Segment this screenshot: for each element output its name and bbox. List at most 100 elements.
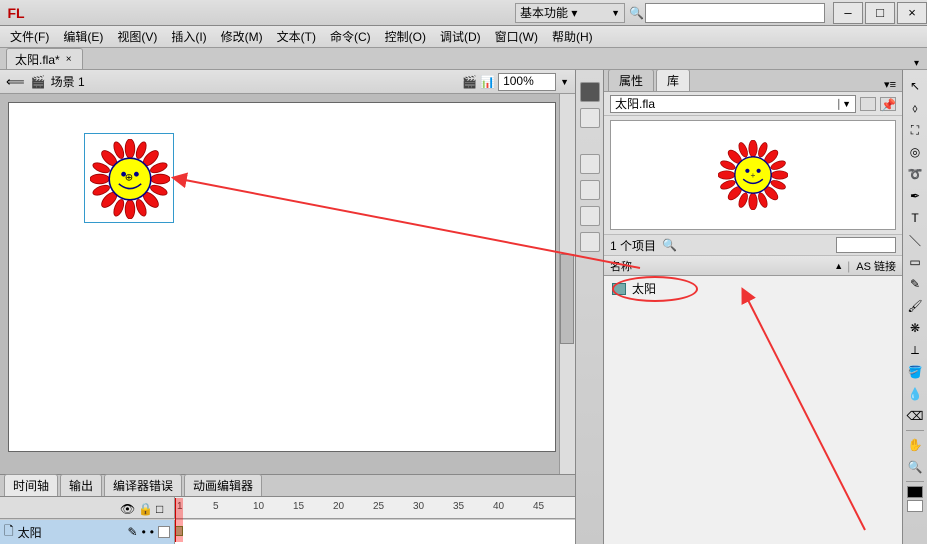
pin-icon[interactable]: 📌 [880, 97, 896, 111]
maximize-button[interactable]: □ [865, 2, 895, 24]
library-list-header: 名称 ▲ | AS 链接 [604, 256, 902, 276]
transform-panel-icon[interactable] [580, 206, 600, 226]
column-name[interactable]: 名称 [610, 258, 830, 274]
frame-num: 40 [493, 501, 504, 512]
menu-window[interactable]: 窗口(W) [491, 26, 542, 47]
minimize-button[interactable]: – [833, 2, 863, 24]
menu-debug[interactable]: 调试(D) [436, 26, 485, 47]
layer-icon: 🗋 [4, 522, 14, 543]
outline-swatch[interactable] [158, 526, 170, 538]
frame-num: 25 [373, 501, 384, 512]
close-button[interactable]: × [897, 2, 927, 24]
fill-color-swatch[interactable] [907, 500, 923, 512]
3d-rotate-tool-icon[interactable]: ◎ [905, 142, 925, 162]
layer-row[interactable]: 🗋 太阳 ✎ • • [0, 520, 175, 544]
frame-num: 5 [213, 501, 219, 512]
swatches-panel-icon[interactable] [580, 108, 600, 128]
zoom-dropdown-icon[interactable]: ▼ [560, 77, 569, 87]
tab-compiler-errors[interactable]: 编译器错误 [104, 474, 182, 496]
outline-icon[interactable]: □ [156, 502, 168, 514]
workspace-label: 基本功能 ▾ [520, 4, 577, 21]
menu-file[interactable]: 文件(F) [6, 26, 53, 47]
frame-ruler[interactable]: 1 5 10 15 20 25 30 35 40 45 [175, 497, 575, 518]
workspace-select[interactable]: 基本功能 ▾ [515, 3, 625, 23]
selected-symbol[interactable]: ⊕ [84, 133, 174, 223]
eraser-tool-icon[interactable]: ⌫ [905, 406, 925, 426]
text-tool-icon[interactable]: T [905, 208, 925, 228]
selection-tool-icon[interactable]: ↖ [905, 76, 925, 96]
stage[interactable]: ⊕ [8, 102, 556, 452]
svg-text:+: + [751, 170, 756, 180]
deco-tool-icon[interactable]: ❋ [905, 318, 925, 338]
frame-num: 30 [413, 501, 424, 512]
registration-icon: ⊕ [125, 173, 133, 184]
timeline-panel: 👁 🔒 □ 1 5 10 15 20 25 30 35 40 45 [0, 496, 575, 544]
edit-symbols-icon[interactable]: 📊 [480, 75, 494, 89]
back-icon[interactable]: ⟸ [6, 74, 25, 90]
frame-num: 10 [253, 501, 264, 512]
library-preview: + [610, 120, 896, 230]
vertical-scrollbar[interactable] [559, 94, 575, 474]
frames-track[interactable] [175, 520, 575, 544]
pencil-tool-icon[interactable]: ✎ [905, 274, 925, 294]
tab-timeline[interactable]: 时间轴 [4, 474, 58, 496]
sort-icon[interactable]: ▲ [834, 261, 843, 271]
eye-icon[interactable]: 👁 [120, 502, 132, 514]
menu-edit[interactable]: 编辑(E) [59, 26, 107, 47]
menu-modify[interactable]: 修改(M) [217, 26, 267, 47]
subselection-tool-icon[interactable]: ⬨ [905, 98, 925, 118]
tab-properties[interactable]: 属性 [608, 69, 654, 91]
eyedropper-tool-icon[interactable]: 💧 [905, 384, 925, 404]
title-bar: FL 基本功能 ▾ 🔍 – □ × [0, 0, 927, 26]
code-panel-icon[interactable] [580, 232, 600, 252]
document-tab[interactable]: 太阳.fla* × [6, 48, 83, 69]
library-item-name: 太阳 [632, 280, 656, 297]
frame-num: 45 [533, 501, 544, 512]
library-doc-select[interactable]: 太阳.fla [610, 95, 856, 113]
pen-tool-icon[interactable]: ✒ [905, 186, 925, 206]
bottom-panel-tabs: 时间轴 输出 编译器错误 动画编辑器 [0, 474, 575, 496]
paint-bucket-tool-icon[interactable]: 🪣 [905, 362, 925, 382]
align-panel-icon[interactable] [580, 154, 600, 174]
tab-library[interactable]: 库 [656, 69, 690, 91]
column-linkage[interactable]: AS 链接 [856, 258, 896, 274]
library-item[interactable]: 太阳 [604, 276, 902, 301]
brush-tool-icon[interactable]: 🖌 [905, 296, 925, 316]
zoom-value[interactable]: 100% [498, 73, 556, 91]
menu-insert[interactable]: 插入(I) [167, 26, 210, 47]
zoom-tool-icon[interactable]: 🔍 [905, 457, 925, 477]
close-tab-icon[interactable]: × [66, 54, 72, 65]
menu-help[interactable]: 帮助(H) [548, 26, 597, 47]
color-panel-icon[interactable] [580, 82, 600, 102]
stroke-color-swatch[interactable] [907, 486, 923, 498]
lock-dot[interactable]: • [150, 525, 154, 539]
menu-text[interactable]: 文本(T) [273, 26, 320, 47]
lock-icon[interactable]: 🔒 [138, 502, 150, 514]
playhead[interactable] [175, 498, 183, 542]
info-panel-icon[interactable] [580, 180, 600, 200]
library-search-input[interactable] [836, 237, 896, 253]
rectangle-tool-icon[interactable]: ▭ [905, 252, 925, 272]
help-search-input[interactable] [645, 3, 825, 23]
line-tool-icon[interactable]: ＼ [905, 230, 925, 250]
menu-view[interactable]: 视图(V) [113, 26, 161, 47]
free-transform-tool-icon[interactable]: ⛶ [905, 120, 925, 140]
tab-motion-editor[interactable]: 动画编辑器 [184, 474, 262, 496]
new-library-icon[interactable] [860, 97, 876, 111]
edit-scene-icon[interactable]: 🎬 [462, 75, 476, 89]
menu-control[interactable]: 控制(O) [381, 26, 430, 47]
menu-command[interactable]: 命令(C) [326, 26, 375, 47]
document-tabs: 太阳.fla* × ▾ [0, 48, 927, 70]
library-list[interactable]: 太阳 [604, 276, 902, 544]
stage-area[interactable]: ⊕ [0, 94, 559, 474]
tabs-overflow-icon[interactable]: ▾ [914, 58, 919, 69]
hand-tool-icon[interactable]: ✋ [905, 435, 925, 455]
pencil-icon: ✎ [128, 525, 138, 539]
bone-tool-icon[interactable]: ⟂ [905, 340, 925, 360]
scene-icon: 🎬 [31, 75, 45, 89]
lasso-tool-icon[interactable]: ➰ [905, 164, 925, 184]
frame-num: 35 [453, 501, 464, 512]
visibility-dot[interactable]: • [142, 525, 146, 539]
tab-output[interactable]: 输出 [60, 474, 102, 496]
panel-menu-icon[interactable]: ▾≡ [884, 78, 896, 91]
